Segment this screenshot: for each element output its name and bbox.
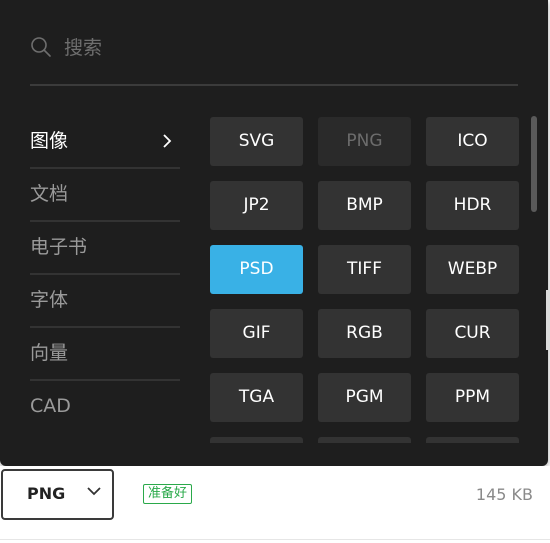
format-button-next-row[interactable]: [318, 437, 411, 443]
format-button-png: PNG: [318, 117, 411, 166]
category-cad[interactable]: CAD: [30, 381, 180, 432]
format-button-ppm[interactable]: PPM: [426, 373, 519, 422]
category-image[interactable]: 图像: [30, 116, 180, 169]
format-button-cur[interactable]: CUR: [426, 309, 519, 358]
format-button-rgb[interactable]: RGB: [318, 309, 411, 358]
chevron-down-icon: [87, 487, 101, 496]
scrollbar-thumb[interactable]: [531, 116, 537, 212]
format-button-jp2[interactable]: JP2: [210, 181, 303, 230]
divider: [0, 539, 550, 540]
category-vector[interactable]: 向量: [30, 328, 180, 381]
format-button-webp[interactable]: WEBP: [426, 245, 519, 294]
format-button-tga[interactable]: TGA: [210, 373, 303, 422]
category-document[interactable]: 文档: [30, 169, 180, 222]
format-button-ico[interactable]: ICO: [426, 117, 519, 166]
category-label: 字体: [30, 289, 69, 311]
search-icon: [31, 37, 51, 57]
status-badge: 准备好: [143, 484, 193, 504]
search-input[interactable]: [64, 30, 504, 66]
category-label: 文档: [30, 183, 69, 205]
category-label: 电子书: [30, 236, 88, 258]
format-button-next-row[interactable]: [426, 437, 519, 443]
category-ebook[interactable]: 电子书: [30, 222, 180, 275]
convert-format-dropdown: 图像 文档 电子书 字体 向量 CAD SVG PNG ICO JP2 BMP …: [0, 0, 548, 466]
format-button-svg[interactable]: SVG: [210, 117, 303, 166]
format-button-pgm[interactable]: PGM: [318, 373, 411, 422]
category-label: 图像: [30, 130, 69, 152]
format-button-hdr[interactable]: HDR: [426, 181, 519, 230]
file-size: 145 KB: [475, 485, 533, 504]
format-button-bmp[interactable]: BMP: [318, 181, 411, 230]
category-label: CAD: [30, 395, 71, 417]
background-edge: [546, 290, 550, 350]
category-label: 向量: [30, 342, 69, 364]
search-bar: [30, 22, 518, 86]
output-format-select[interactable]: PNG: [1, 469, 114, 520]
category-font[interactable]: 字体: [30, 275, 180, 328]
format-button-gif[interactable]: GIF: [210, 309, 303, 358]
format-button-next-row[interactable]: [210, 437, 303, 443]
file-row: PNG 准备好 145 KB: [0, 466, 550, 543]
chevron-right-icon: [163, 134, 172, 148]
format-button-psd[interactable]: PSD: [210, 245, 303, 294]
format-button-tiff[interactable]: TIFF: [318, 245, 411, 294]
category-list: 图像 文档 电子书 字体 向量 CAD: [30, 116, 180, 432]
output-format-value: PNG: [27, 484, 66, 503]
